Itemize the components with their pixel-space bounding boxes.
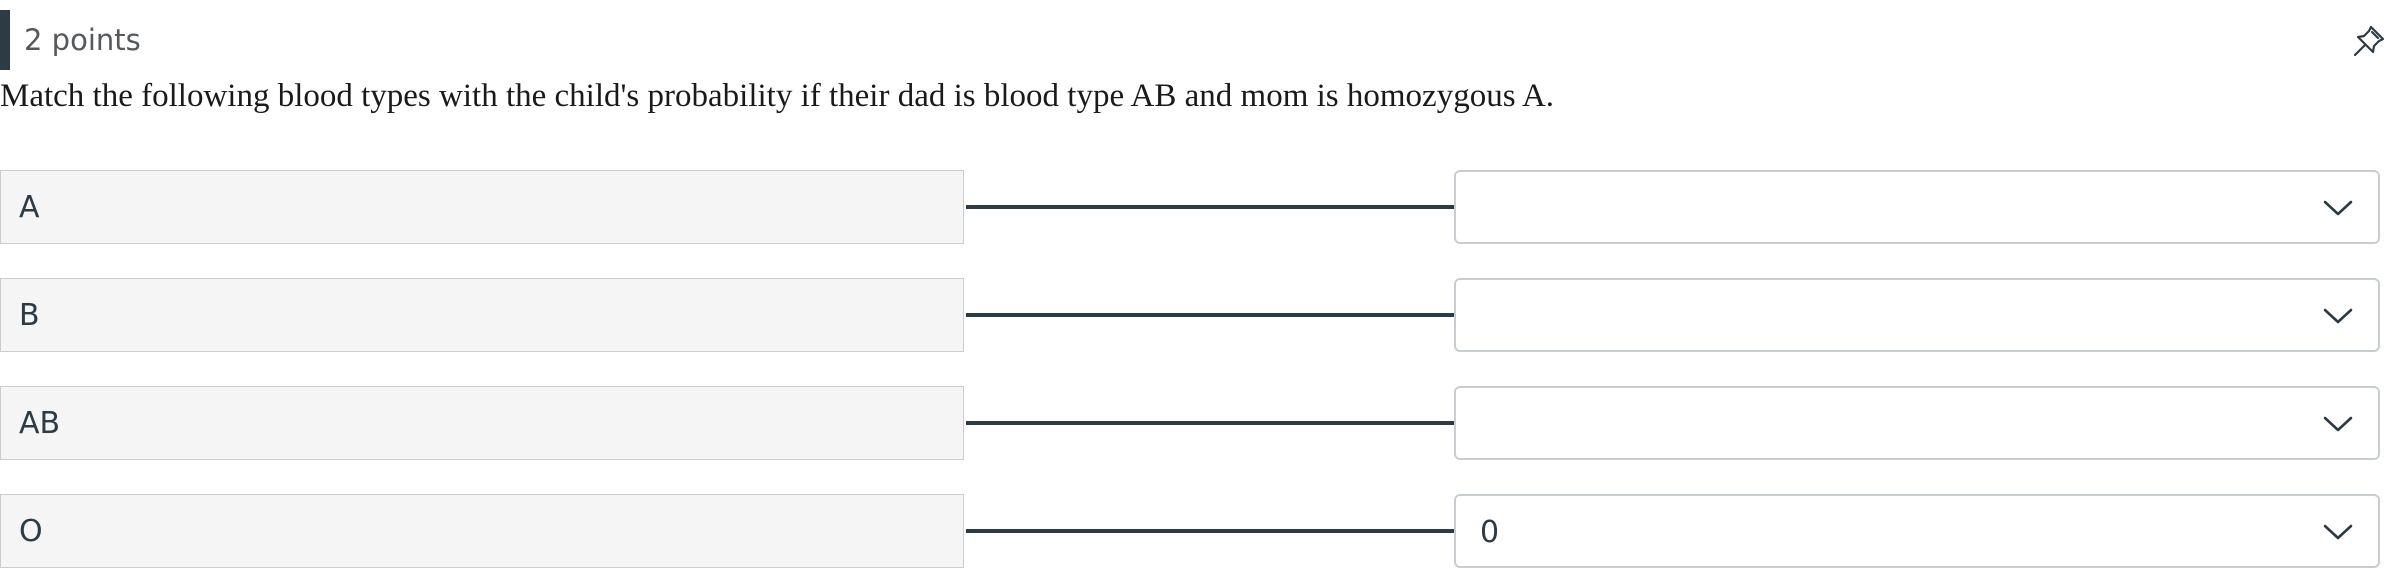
chevron-down-icon	[2322, 302, 2354, 330]
match-item-label: O	[19, 514, 43, 549]
match-item: A	[0, 170, 964, 244]
answer-select[interactable]	[1454, 386, 2380, 460]
answer-select-value: 0	[1480, 515, 1500, 550]
question-header: 2 points	[0, 10, 2392, 70]
match-item-label: B	[19, 298, 40, 333]
match-item: AB	[0, 386, 964, 460]
question-text: Match the following blood types with the…	[0, 78, 1555, 114]
connector-line	[966, 205, 1454, 209]
chevron-down-icon	[2322, 410, 2354, 438]
answer-select[interactable]: 0	[1454, 494, 2380, 568]
connector-line	[966, 421, 1454, 425]
answer-select[interactable]	[1454, 170, 2380, 244]
match-row-ab: AB	[0, 386, 2392, 462]
match-item: O	[0, 494, 964, 568]
match-item-label: AB	[19, 406, 61, 441]
chevron-down-icon	[2322, 194, 2354, 222]
connector-line	[966, 529, 1454, 533]
answer-select[interactable]	[1454, 278, 2380, 352]
pin-icon[interactable]	[2352, 24, 2386, 58]
points-label: 2 points	[24, 23, 141, 57]
connector-line	[966, 313, 1454, 317]
match-item-label: A	[19, 190, 40, 225]
chevron-down-icon	[2322, 518, 2354, 546]
match-item: B	[0, 278, 964, 352]
match-row-a: A	[0, 170, 2392, 246]
match-row-o: O 0	[0, 494, 2392, 570]
match-row-b: B	[0, 278, 2392, 354]
question-accent-bar	[0, 10, 10, 70]
